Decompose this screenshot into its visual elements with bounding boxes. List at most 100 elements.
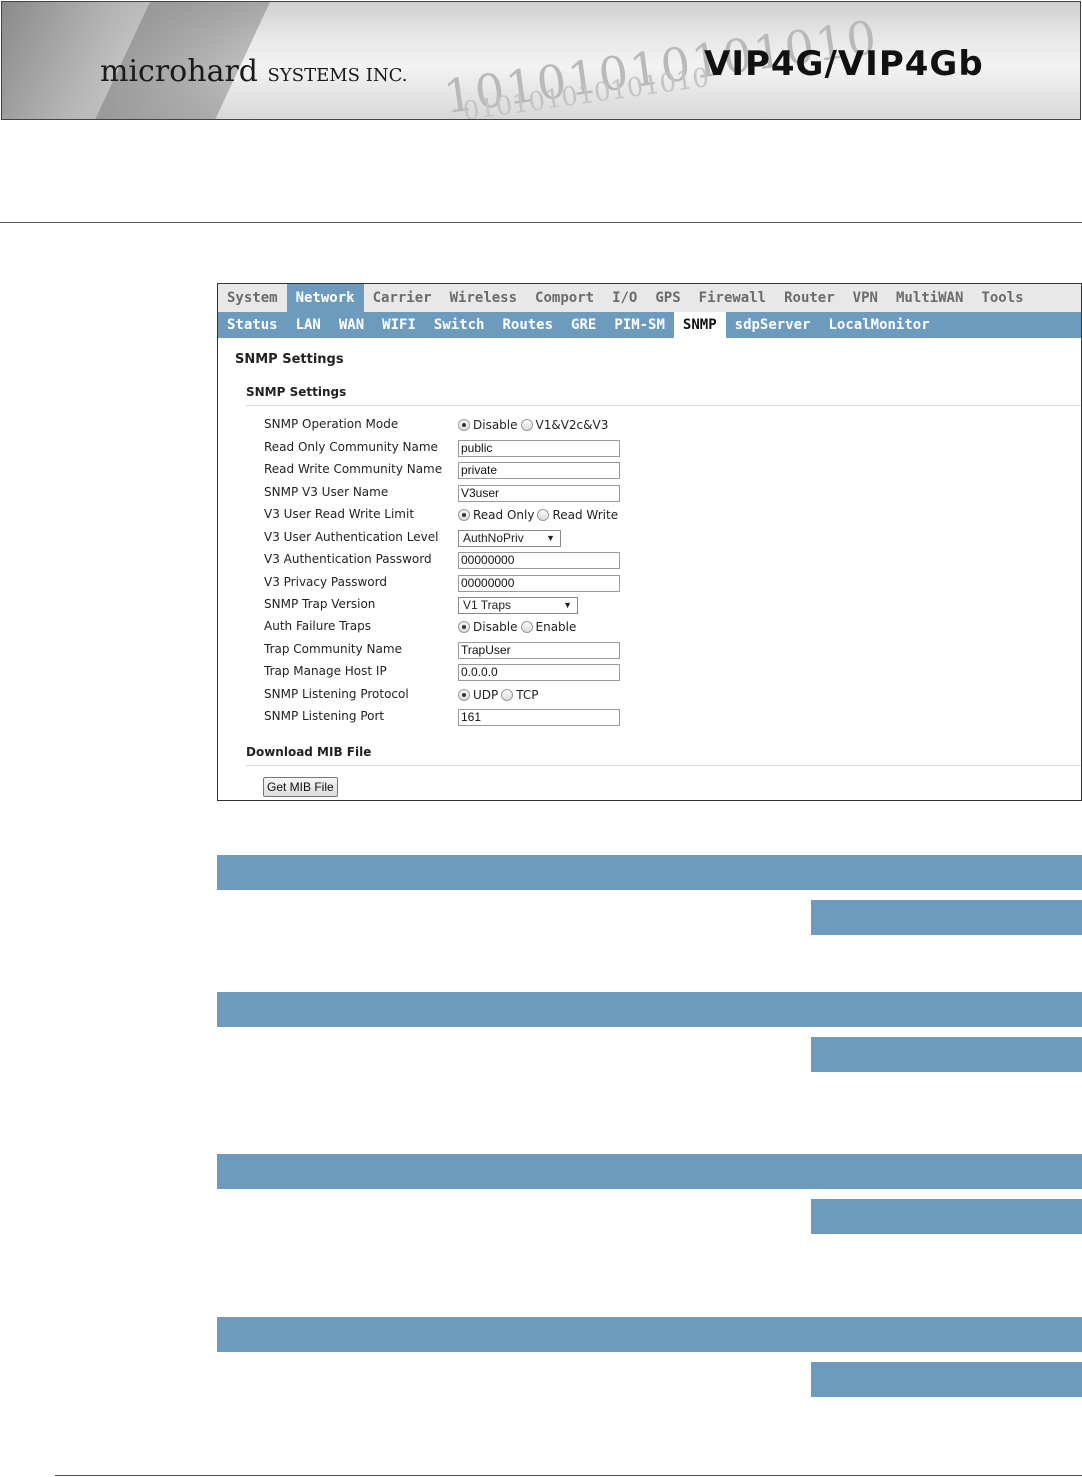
blue-bar-1 <box>217 855 1082 890</box>
sub-tab-status[interactable]: Status <box>218 312 287 338</box>
sub-tab-switch[interactable]: Switch <box>425 312 494 338</box>
blue-bar-4 <box>217 1317 1082 1352</box>
v3-privacy-password-label: V3 Privacy Password <box>264 575 387 589</box>
v3-limit-readonly-label: Read Only <box>473 508 535 522</box>
row-v3-privacy-password: V3 Privacy Password 00000000 <box>264 573 964 593</box>
sub-tab-sdpserver[interactable]: sdpServer <box>726 312 820 338</box>
top-tab-wireless[interactable]: Wireless <box>441 284 526 312</box>
row-trap-host: Trap Manage Host IP 0.0.0.0 <box>264 662 964 682</box>
top-navigation: System Network Carrier Wireless Comport … <box>218 284 1081 312</box>
v3-auth-level-select[interactable]: AuthNoPriv ▼ <box>458 529 561 547</box>
row-listening-port: SNMP Listening Port 161 <box>264 707 964 727</box>
v3-privacy-password-input[interactable]: 00000000 <box>458 574 620 592</box>
top-tab-carrier[interactable]: Carrier <box>364 284 441 312</box>
sub-tab-localmonitor[interactable]: LocalMonitor <box>820 312 939 338</box>
v3-user-input[interactable]: V3user <box>458 484 620 502</box>
trap-community-input[interactable]: TrapUser <box>458 641 620 659</box>
operation-mode-v1v2cv3-radio[interactable] <box>520 419 533 431</box>
operation-mode-label: SNMP Operation Mode <box>264 417 399 431</box>
sub-tab-wan[interactable]: WAN <box>330 312 373 338</box>
footer-divider <box>55 1475 1082 1476</box>
section-divider-download <box>246 765 1081 766</box>
sub-tab-gre[interactable]: GRE <box>562 312 605 338</box>
top-tab-firewall[interactable]: Firewall <box>690 284 775 312</box>
blue-bar-2 <box>217 992 1082 1027</box>
top-tab-vpn[interactable]: VPN <box>844 284 887 312</box>
v3-limit-readonly-radio[interactable] <box>458 509 470 521</box>
v3-limit-readwrite-label: Read Write <box>552 508 619 522</box>
row-auth-failure-traps: Auth Failure Traps Disable Enable <box>264 617 964 637</box>
listening-protocol-udp-radio[interactable] <box>458 689 470 701</box>
dropdown-arrow-icon: ▼ <box>563 599 572 610</box>
get-mib-file-button[interactable]: Get MIB File <box>263 777 338 797</box>
top-tab-io[interactable]: I/O <box>603 284 646 312</box>
row-rw-community: Read Write Community Name private <box>264 460 964 480</box>
auth-failure-disable-label: Disable <box>473 620 518 634</box>
ro-community-label: Read Only Community Name <box>264 440 438 454</box>
trap-host-input[interactable]: 0.0.0.0 <box>458 663 620 681</box>
listening-protocol-tcp-label: TCP <box>516 688 539 702</box>
listening-protocol-tcp-radio[interactable] <box>501 689 514 701</box>
v3-auth-password-label: V3 Authentication Password <box>264 552 432 566</box>
top-tab-multiwan[interactable]: MultiWAN <box>887 284 972 312</box>
trap-community-label: Trap Community Name <box>264 642 402 656</box>
row-ro-community: Read Only Community Name public <box>264 438 964 458</box>
section-title-snmp: SNMP Settings <box>246 385 347 399</box>
row-v3-limit: V3 User Read Write Limit Read Only Read … <box>264 505 964 525</box>
v3-user-label: SNMP V3 User Name <box>264 485 389 499</box>
trap-version-value: V1 Traps <box>463 597 512 612</box>
company-logo: microhard SYSTEMS INC. <box>100 54 407 89</box>
row-trap-community: Trap Community Name TrapUser <box>264 640 964 660</box>
trap-host-label: Trap Manage Host IP <box>264 664 387 678</box>
sub-tab-snmp[interactable]: SNMP <box>673 312 726 338</box>
top-tab-system[interactable]: System <box>218 284 287 312</box>
v3-limit-readwrite-radio[interactable] <box>537 509 550 521</box>
rw-community-input[interactable]: private <box>458 461 620 479</box>
v3-auth-password-input[interactable]: 00000000 <box>458 551 620 569</box>
listening-protocol-udp-label: UDP <box>473 688 499 702</box>
blue-bar-4-short <box>811 1362 1082 1397</box>
rw-community-label: Read Write Community Name <box>264 462 443 476</box>
auth-failure-enable-label: Enable <box>535 620 577 634</box>
sub-navigation: Status LAN WAN WIFI Switch Routes GRE PI… <box>218 312 1081 338</box>
sub-tab-routes[interactable]: Routes <box>493 312 562 338</box>
blue-bar-3 <box>217 1154 1082 1189</box>
sub-tab-lan[interactable]: LAN <box>287 312 330 338</box>
row-listening-protocol: SNMP Listening Protocol UDP TCP <box>264 685 964 705</box>
top-tab-comport[interactable]: Comport <box>526 284 603 312</box>
row-v3-auth-password: V3 Authentication Password 00000000 <box>264 550 964 570</box>
operation-mode-disable-label: Disable <box>473 418 518 432</box>
top-tab-network[interactable]: Network <box>286 284 364 312</box>
snmp-settings-screenshot: System Network Carrier Wireless Comport … <box>217 283 1082 801</box>
ro-community-input[interactable]: public <box>458 439 620 457</box>
operation-mode-disable-radio[interactable] <box>458 419 470 431</box>
header-banner: 10101010101010 010101010101010 microhard… <box>1 1 1081 120</box>
v3-auth-level-value: AuthNoPriv <box>463 530 524 545</box>
row-v3-user: SNMP V3 User Name V3user <box>264 483 964 503</box>
top-tab-gps[interactable]: GPS <box>646 284 689 312</box>
auth-failure-traps-label: Auth Failure Traps <box>264 619 371 633</box>
blue-bar-1-short <box>811 900 1082 935</box>
product-name: VIP4G/VIP4Gb <box>704 44 984 84</box>
section-title-download-mib: Download MIB File <box>246 745 372 759</box>
dropdown-arrow-icon: ▼ <box>546 532 555 543</box>
top-tab-tools[interactable]: Tools <box>972 284 1032 312</box>
top-tab-router[interactable]: Router <box>775 284 844 312</box>
v3-limit-label: V3 User Read Write Limit <box>264 507 415 521</box>
blue-bar-3-short <box>811 1199 1082 1234</box>
page-title: SNMP Settings <box>235 352 344 367</box>
listening-protocol-label: SNMP Listening Protocol <box>264 687 409 701</box>
listening-port-input[interactable]: 161 <box>458 708 620 726</box>
auth-failure-disable-radio[interactable] <box>458 621 470 633</box>
section-divider <box>246 405 1081 406</box>
trap-version-select[interactable]: V1 Traps ▼ <box>458 596 578 614</box>
sub-tab-wifi[interactable]: WIFI <box>373 312 425 338</box>
company-suffix: SYSTEMS INC. <box>267 65 408 86</box>
operation-mode-v1v2cv3-label: V1&V2c&V3 <box>535 418 609 432</box>
header-divider <box>0 222 1082 223</box>
company-name: microhard <box>100 54 258 89</box>
auth-failure-enable-radio[interactable] <box>520 621 533 633</box>
row-operation-mode: SNMP Operation Mode Disable V1&V2c&V3 <box>264 415 964 435</box>
row-v3-auth-level: V3 User Authentication Level AuthNoPriv … <box>264 528 964 548</box>
sub-tab-pim-sm[interactable]: PIM-SM <box>605 312 674 338</box>
